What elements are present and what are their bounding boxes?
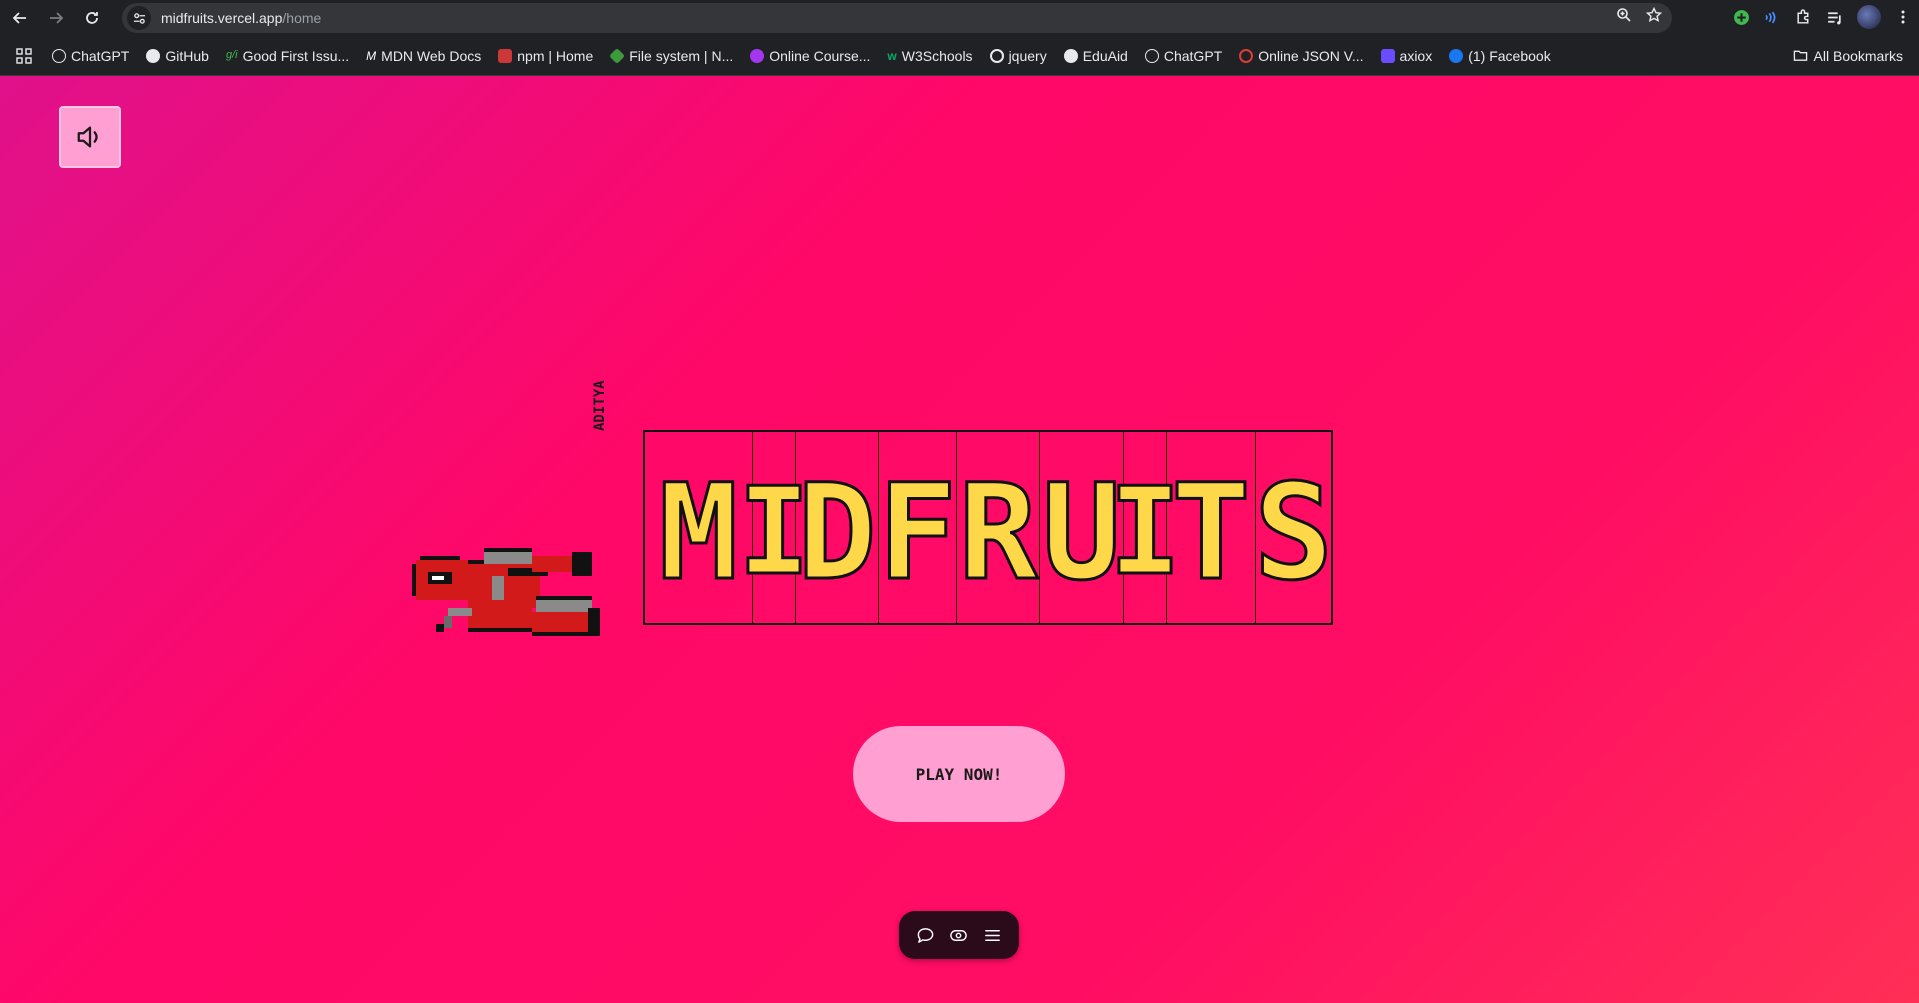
bookmark-label: MDN Web Docs <box>381 47 482 64</box>
folder-icon <box>1793 50 1807 61</box>
bookmark-jquery[interactable]: jquery <box>989 47 1047 64</box>
pixel-character-sprite <box>412 548 600 636</box>
view-toggle-button[interactable] <box>947 923 971 947</box>
more-vert-icon[interactable] <box>1895 9 1911 25</box>
bookmark-label: ChatGPT <box>71 47 130 64</box>
menu-button[interactable] <box>980 923 1004 947</box>
extension-wave-icon[interactable] <box>1764 9 1781 26</box>
bookmark-label: npm | Home <box>517 47 594 64</box>
bookmark-chatgpt-2[interactable]: ChatGPT <box>1144 47 1223 64</box>
speaker-icon <box>77 126 98 148</box>
logo-letter-m: M <box>657 455 740 610</box>
sound-toggle-button[interactable] <box>59 106 121 168</box>
reload-icon <box>86 12 98 24</box>
bookmark-mdn[interactable]: M MDN Web Docs <box>366 48 481 64</box>
bookmark-label: Good First Issu... <box>242 47 350 64</box>
bookmark-github[interactable]: GitHub <box>146 48 209 64</box>
axiox-icon <box>1380 48 1395 63</box>
logo-cell: R <box>957 432 1040 623</box>
eye-icon <box>950 929 968 941</box>
bookmark-label: Online JSON V... <box>1258 47 1364 64</box>
bookmark-online-course[interactable]: Online Course... <box>750 48 870 64</box>
logo-cell: T <box>1167 432 1256 623</box>
facebook-icon <box>1449 48 1464 63</box>
midfruits-logo: M I D F R U I T S <box>643 430 1335 625</box>
logo-cell: M <box>645 432 753 623</box>
logo-letter-d: D <box>796 455 879 610</box>
logo-letter-f: F <box>876 455 959 610</box>
bookmark-label: jquery <box>1008 47 1047 64</box>
logo-cell: I <box>1107 432 1183 623</box>
media-controls-icon[interactable] <box>1826 9 1843 26</box>
udemy-icon <box>750 48 765 63</box>
bookmark-chatgpt[interactable]: ChatGPT <box>52 48 129 64</box>
back-button[interactable] <box>8 6 32 30</box>
bookmark-label: GitHub <box>165 47 209 64</box>
bookmark-file-system[interactable]: File system | N... <box>609 47 734 64</box>
bookmark-eduaid[interactable]: EduAid <box>1063 47 1128 64</box>
zoom-icon[interactable] <box>1616 7 1632 23</box>
bookmark-label: (1) Facebook <box>1468 47 1551 64</box>
bookmark-star-icon[interactable] <box>1646 7 1662 23</box>
logo-letter-r: R <box>957 455 1040 610</box>
url-text: midfruits.vercel.app/home <box>161 10 321 26</box>
bookmark-npm[interactable]: npm | Home <box>498 48 593 64</box>
bookmark-good-first-issue[interactable]: g/i Good First Issu... <box>226 48 349 64</box>
chatgpt-icon <box>52 48 66 63</box>
bookmark-axiox[interactable]: axiox <box>1380 47 1433 64</box>
floating-dock <box>899 911 1019 959</box>
npm-icon <box>498 48 513 63</box>
site-info-button[interactable] <box>127 6 151 30</box>
bookmark-label: W3Schools <box>901 47 973 64</box>
bookmark-label: ChatGPT <box>1163 47 1223 64</box>
logo-letter-t: T <box>1170 455 1253 610</box>
logo-cell: S <box>1252 432 1335 623</box>
google-icon <box>989 48 1004 63</box>
logo-letter-s: S <box>1252 455 1335 610</box>
bookmarks-bar: ChatGPT GitHub g/i Good First Issu... M MD… <box>0 36 1919 76</box>
menu-icon <box>984 929 1000 941</box>
url-host: midfruits.vercel.app <box>161 10 283 26</box>
profile-avatar[interactable] <box>1857 5 1881 29</box>
logo-cell: I <box>736 432 812 623</box>
gfi-icon: g/i <box>225 48 238 61</box>
bookmark-online-json[interactable]: Online JSON V... <box>1239 47 1364 64</box>
play-now-button[interactable]: PLAY NOW! <box>853 726 1065 822</box>
logo-cell: D <box>796 432 879 623</box>
w3schools-icon: w <box>887 48 897 63</box>
author-credit: ADITYA <box>592 380 608 431</box>
extension-green-icon[interactable] <box>1733 9 1750 26</box>
browser-toolbar: midfruits.vercel.app/home <box>0 0 1919 36</box>
bookmark-label: File system | N... <box>629 47 734 64</box>
bookmark-facebook[interactable]: (1) Facebook <box>1449 47 1551 64</box>
reload-button[interactable] <box>80 6 104 30</box>
forward-button[interactable] <box>44 6 68 30</box>
github-icon <box>146 48 161 63</box>
chat-icon <box>917 927 934 943</box>
all-bookmarks-label: All Bookmarks <box>1813 47 1903 64</box>
bookmark-label: axiox <box>1399 47 1433 64</box>
bookmark-w3schools[interactable]: w W3Schools <box>887 48 972 64</box>
logo-cell: F <box>876 432 959 623</box>
apps-grid-icon[interactable] <box>16 47 32 64</box>
url-path: /home <box>282 10 322 26</box>
bookmark-label: EduAid <box>1082 47 1128 64</box>
chat-button[interactable] <box>914 923 938 947</box>
bookmark-label: Online Course... <box>769 47 871 64</box>
game-home-page: ADITYA M I D F R U I T S PLAY NOW! <box>0 76 1919 1003</box>
arrow-left-icon <box>12 12 26 24</box>
mdn-icon: M <box>366 48 377 63</box>
github-icon <box>1063 48 1078 63</box>
tune-icon <box>133 12 145 24</box>
chatgpt-icon <box>1144 48 1159 63</box>
json-icon <box>1239 48 1254 63</box>
extensions-puzzle-icon[interactable] <box>1795 8 1812 26</box>
nodejs-icon <box>609 47 626 64</box>
arrow-right-icon <box>50 12 64 24</box>
all-bookmarks-button[interactable]: All Bookmarks <box>1793 48 1903 64</box>
address-bar[interactable]: midfruits.vercel.app/home <box>122 3 1672 33</box>
